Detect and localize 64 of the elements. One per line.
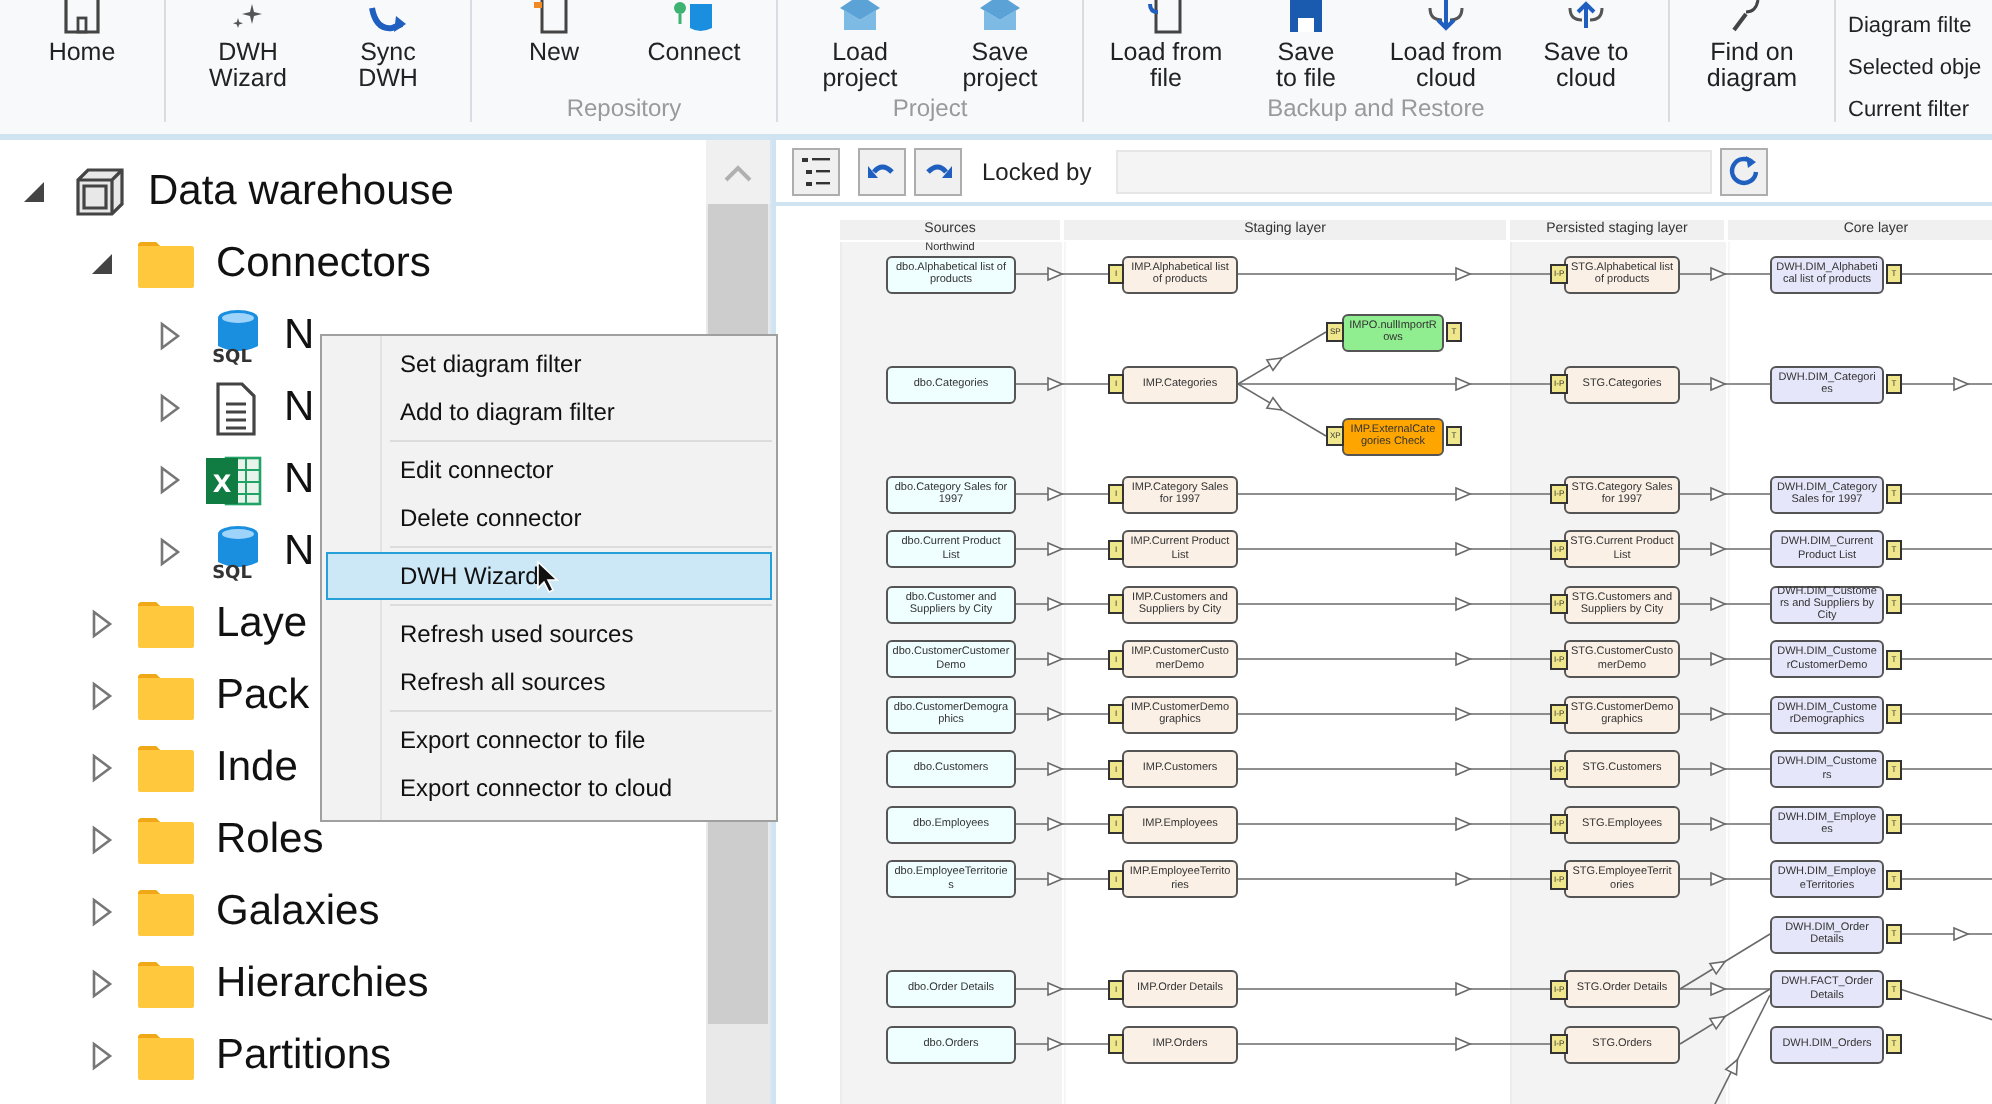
ribbon-button[interactable]: Load from cloud (1376, 0, 1516, 100)
locked-by-label: Locked by (982, 157, 1092, 185)
tree-item[interactable]: Roles (216, 816, 324, 864)
ribbon-button[interactable]: Load from file (1096, 0, 1236, 100)
filter-option[interactable]: Selected obje (1848, 56, 1982, 82)
box-icon (976, 0, 1024, 36)
menu-item[interactable]: Refresh all sources (326, 658, 772, 706)
tree-item[interactable]: N (284, 528, 315, 576)
collapsed-arrow-icon[interactable] (88, 1040, 116, 1072)
ribbon-button[interactable]: Sync DWH (318, 0, 458, 122)
ribbon-button[interactable]: New (484, 0, 624, 100)
refresh-icon (1725, 153, 1762, 189)
tree-item[interactable]: N (284, 456, 315, 504)
ribbon-button[interactable]: Connect (624, 0, 764, 100)
ribbon-button[interactable]: Load project (790, 0, 930, 100)
tree-item[interactable]: Galaxies (216, 888, 380, 936)
database-icon (670, 0, 718, 36)
ribbon-button[interactable]: Save to cloud (1516, 0, 1656, 100)
menu-item[interactable]: DWH Wizard (326, 552, 772, 600)
pointer-icon (536, 560, 560, 594)
tree-item[interactable]: Hierarchies (216, 960, 429, 1008)
collapsed-arrow-icon[interactable] (156, 464, 184, 496)
tree-item[interactable]: Connectors (216, 240, 431, 288)
list-button[interactable] (792, 147, 840, 195)
collapsed-arrow-icon[interactable] (156, 320, 184, 352)
ribbon-button[interactable]: Find on diagram (1682, 0, 1822, 122)
menu-item[interactable]: Edit connector (326, 446, 772, 494)
tree-item[interactable]: Pack (216, 672, 310, 720)
collapsed-arrow-icon[interactable] (88, 608, 116, 640)
collapsed-arrow-icon[interactable] (156, 392, 184, 424)
ribbon-button[interactable]: Home (12, 0, 152, 122)
tree-item[interactable]: N (284, 312, 315, 360)
redo-button[interactable] (914, 147, 962, 195)
box-icon (836, 0, 884, 36)
menu-item[interactable]: Set diagram filter (326, 340, 772, 388)
menu-item[interactable]: Delete connector (326, 494, 772, 542)
menu-item[interactable]: Export connector to file (326, 716, 772, 764)
refresh-button[interactable] (1719, 147, 1768, 195)
collapsed-arrow-icon[interactable] (88, 968, 116, 1000)
menu-item[interactable]: Add to diagram filter (326, 388, 772, 436)
ribbon-button[interactable]: Save to file (1236, 0, 1376, 100)
tree-item[interactable]: Laye (216, 600, 308, 648)
ribbon-button[interactable]: Save project (930, 0, 1070, 100)
undo-button[interactable] (858, 147, 906, 195)
group-label: Backup and Restore (1265, 94, 1487, 122)
house-icon (58, 0, 106, 36)
filter-option[interactable]: Current filter (1848, 98, 1982, 124)
list-icon (798, 153, 834, 189)
tree-item[interactable]: Partitions (216, 1032, 392, 1080)
collapsed-arrow-icon[interactable] (88, 896, 116, 928)
filter-option[interactable]: Diagram filte (1848, 14, 1982, 40)
group-label: Repository (564, 94, 684, 122)
ribbon-button[interactable]: DWH Wizard (178, 0, 318, 122)
group-label: Project (890, 94, 970, 122)
tree-item[interactable]: Data warehouse (148, 168, 454, 216)
locked-by-field[interactable] (1115, 149, 1712, 193)
tree-item[interactable]: Inde (216, 744, 298, 792)
collapsed-arrow-icon[interactable] (88, 824, 116, 856)
menu-item[interactable]: Refresh used sources (326, 610, 772, 658)
collapsed-arrow-icon[interactable] (88, 752, 116, 784)
collapsed-arrow-icon[interactable] (156, 536, 184, 568)
collapsed-arrow-icon[interactable] (88, 680, 116, 712)
menu-item[interactable]: Export connector to cloud (326, 764, 772, 812)
tree-item[interactable]: N (284, 384, 315, 432)
